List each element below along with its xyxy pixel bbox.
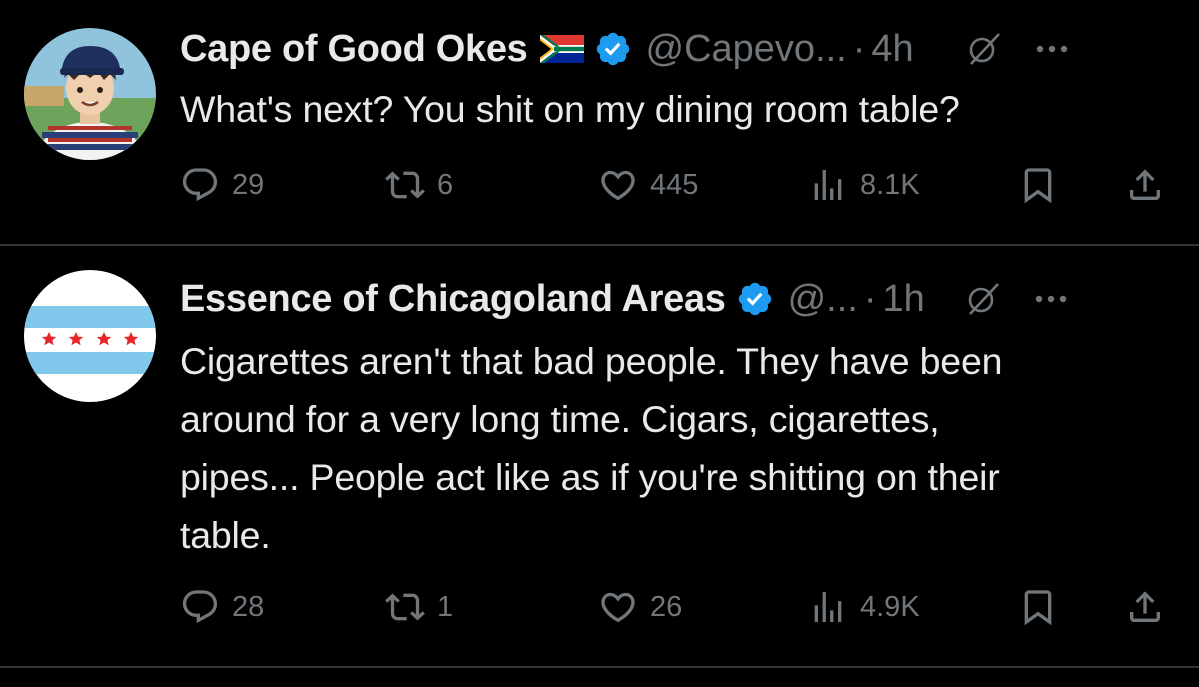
bookmark-icon bbox=[1024, 590, 1052, 626]
reply-button[interactable]: 28 bbox=[180, 582, 264, 632]
bookmark-button[interactable] bbox=[1018, 582, 1058, 632]
views-button[interactable]: 8.1K bbox=[808, 160, 920, 210]
share-icon bbox=[1130, 591, 1160, 622]
repost-count: 1 bbox=[437, 590, 454, 623]
like-count: 445 bbox=[650, 168, 699, 201]
grok-icon[interactable] bbox=[966, 31, 1002, 67]
tweet-actions: 28 1 26 4.9K bbox=[180, 582, 1170, 632]
tweet-header: Essence of Chicagoland Areas @... · 1h bbox=[180, 272, 1179, 326]
timeline-feed: Cape of Good Okes @Capevo... · 4h What's… bbox=[0, 0, 1199, 687]
tweet-text-line: What's next? You shit on my dining room … bbox=[180, 88, 960, 130]
tweet-divider bbox=[0, 666, 1199, 668]
display-name[interactable]: Cape of Good Okes bbox=[180, 22, 528, 76]
reply-icon bbox=[182, 168, 218, 202]
reply-icon bbox=[182, 590, 218, 624]
repost-icon bbox=[385, 171, 425, 199]
share-button[interactable] bbox=[1125, 582, 1165, 632]
more-options-icon[interactable] bbox=[1031, 281, 1071, 317]
grok-icon[interactable] bbox=[965, 281, 1001, 317]
reply-button[interactable]: 29 bbox=[180, 160, 264, 210]
tweet-text-line: around for a very long time. Cigars, cig… bbox=[180, 398, 940, 440]
heart-icon bbox=[601, 592, 635, 623]
tweet-text: Cigarettes aren't that bad people. They … bbox=[180, 332, 1180, 564]
avatar[interactable] bbox=[24, 270, 156, 402]
views-chart-icon bbox=[814, 592, 842, 622]
tweet-text: What's next? You shit on my dining room … bbox=[180, 80, 1180, 138]
timestamp[interactable]: 4h bbox=[871, 22, 913, 76]
chicago-flag-avatar-image bbox=[24, 270, 156, 402]
heart-icon bbox=[601, 170, 635, 201]
avatar[interactable] bbox=[24, 28, 156, 160]
verified-badge-icon bbox=[594, 30, 632, 68]
bookmark-button[interactable] bbox=[1018, 160, 1058, 210]
tweet[interactable]: Cape of Good Okes @Capevo... · 4h What's… bbox=[0, 0, 1199, 245]
repost-button[interactable]: 1 bbox=[385, 582, 453, 632]
reply-count: 28 bbox=[232, 590, 265, 623]
tweet-text-line: Cigarettes aren't that bad people. They … bbox=[180, 340, 1003, 382]
tweet-text-line: table. bbox=[180, 514, 271, 556]
repost-icon bbox=[385, 593, 425, 621]
verified-badge-icon bbox=[736, 280, 774, 318]
views-count: 8.1K bbox=[860, 168, 920, 201]
separator-dot: · bbox=[852, 28, 866, 70]
like-count: 26 bbox=[650, 590, 683, 623]
user-handle[interactable]: @Capevo... bbox=[646, 22, 847, 76]
avatar-image bbox=[24, 28, 156, 160]
more-options-icon[interactable] bbox=[1032, 31, 1072, 67]
reply-count: 29 bbox=[232, 168, 265, 201]
share-icon bbox=[1130, 169, 1160, 200]
like-button[interactable]: 445 bbox=[598, 160, 698, 210]
display-name[interactable]: Essence of Chicagoland Areas bbox=[180, 272, 726, 326]
repost-button[interactable]: 6 bbox=[385, 160, 453, 210]
views-chart-icon bbox=[814, 170, 842, 200]
tweet[interactable]: Essence of Chicagoland Areas @... · 1h C… bbox=[0, 246, 1199, 667]
bookmark-icon bbox=[1024, 168, 1052, 204]
views-button[interactable]: 4.9K bbox=[808, 582, 920, 632]
timestamp[interactable]: 1h bbox=[883, 272, 925, 326]
south-africa-flag-icon bbox=[539, 35, 584, 63]
tweet-text-line: pipes... People act like as if you're sh… bbox=[180, 456, 1000, 498]
views-count: 4.9K bbox=[860, 590, 920, 623]
tweet-actions: 29 6 445 8.1K bbox=[180, 160, 1170, 210]
like-button[interactable]: 26 bbox=[598, 582, 682, 632]
repost-count: 6 bbox=[437, 168, 454, 201]
share-button[interactable] bbox=[1125, 160, 1165, 210]
tweet-header: Cape of Good Okes @Capevo... · 4h bbox=[180, 22, 1179, 76]
separator-dot: · bbox=[863, 278, 877, 320]
user-handle[interactable]: @... bbox=[788, 272, 858, 326]
